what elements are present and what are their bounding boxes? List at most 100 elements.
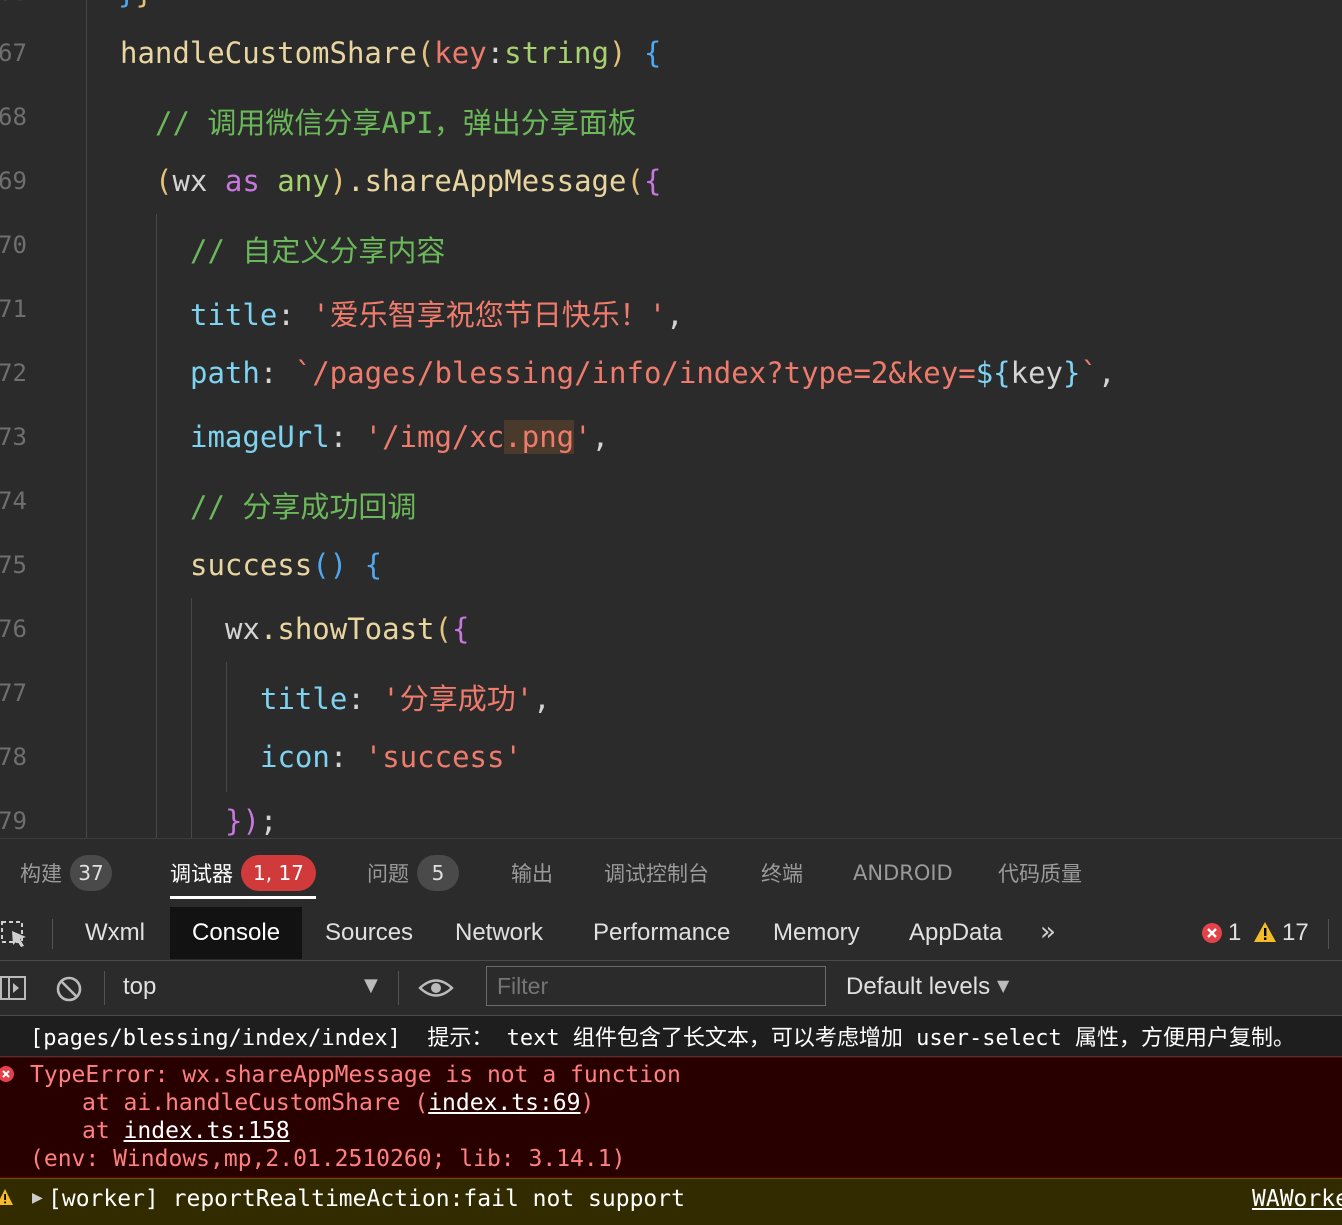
log-levels-dropdown[interactable]: Default levels bbox=[846, 973, 990, 1001]
stack-frame: at index.ts:158 bbox=[82, 1118, 1342, 1144]
tab-label: 问题 bbox=[367, 862, 409, 886]
code-line: wx.showToast({ bbox=[225, 612, 469, 646]
dropdown-arrow-icon[interactable]: ▼ bbox=[364, 975, 378, 996]
line-number: 68 bbox=[0, 103, 27, 131]
tab-label: 构建 bbox=[20, 862, 62, 886]
tab-label: ANDROID bbox=[853, 861, 953, 885]
more-tabs-chevron-icon[interactable]: » bbox=[1040, 917, 1056, 947]
code-line: // 分享成功回调 bbox=[190, 484, 416, 526]
warning-message-text: [worker] reportRealtimeAction:fail not s… bbox=[48, 1186, 685, 1212]
console-filter-input[interactable] bbox=[486, 966, 826, 1006]
tab-problems[interactable]: 问题 5 bbox=[367, 839, 459, 907]
code-token: success bbox=[190, 548, 313, 582]
devtools-tab-performance[interactable]: Performance bbox=[571, 907, 752, 959]
devtools-tab-wxml[interactable]: Wxml bbox=[63, 907, 167, 959]
tab-label: 终端 bbox=[761, 862, 803, 886]
code-token: key bbox=[1010, 356, 1063, 390]
code-token: , bbox=[666, 298, 684, 332]
error-count[interactable]: 1 bbox=[1228, 919, 1241, 947]
inspect-element-icon[interactable] bbox=[0, 919, 30, 949]
code-token: , bbox=[591, 420, 610, 454]
code-token: : bbox=[329, 420, 365, 454]
expand-triangle-icon[interactable]: ▶ bbox=[32, 1190, 43, 1206]
source-link[interactable]: index.ts:69 bbox=[428, 1090, 580, 1116]
warning-count[interactable]: 17 bbox=[1282, 919, 1309, 947]
tab-terminal[interactable]: 终端 bbox=[761, 839, 803, 907]
tab-debug-console[interactable]: 调试控制台 bbox=[604, 839, 709, 907]
code-line: icon: 'success' bbox=[260, 740, 522, 774]
code-token: ) bbox=[329, 164, 348, 198]
code-token: '/img/xc bbox=[364, 420, 505, 454]
tab-label: 代码质量 bbox=[998, 862, 1082, 886]
code-token: ) bbox=[608, 36, 627, 70]
devtools-tab-bar: Wxml Console Sources Network Performance… bbox=[0, 907, 1342, 961]
line-number: 76 bbox=[0, 615, 27, 643]
tab-code-quality[interactable]: 代码质量 bbox=[998, 839, 1082, 907]
code-token: ' bbox=[574, 420, 592, 454]
code-token: ( bbox=[155, 164, 173, 198]
tab-label: 调试器 bbox=[170, 862, 233, 886]
code-token: imageUrl bbox=[190, 420, 330, 454]
devtools-tab-memory[interactable]: Memory bbox=[751, 907, 882, 959]
stack-frame: at ai.handleCustomShare (index.ts:69) bbox=[82, 1090, 1342, 1116]
code-token: : bbox=[486, 36, 505, 70]
line-number: 77 bbox=[0, 679, 27, 707]
show-sidebar-icon[interactable] bbox=[0, 975, 28, 1001]
code-token: () bbox=[312, 548, 348, 582]
stack-frame-prefix: at bbox=[82, 1118, 124, 1144]
devtools-tab-sources[interactable]: Sources bbox=[303, 907, 435, 959]
code-token: // 自定义分享内容 bbox=[190, 234, 446, 268]
code-token: title bbox=[260, 682, 348, 716]
source-link[interactable]: WAWorke bbox=[1252, 1186, 1342, 1212]
code-token: ( bbox=[416, 36, 435, 70]
environment-info: (env: Windows,mp,2.01.2510260; lib: 3.14… bbox=[30, 1146, 626, 1172]
code-token: .showToast bbox=[259, 612, 435, 646]
devtools-tab-network[interactable]: Network bbox=[433, 907, 565, 959]
stack-frame-suffix: ) bbox=[580, 1090, 595, 1116]
code-token: 'success' bbox=[364, 740, 522, 774]
code-token: : bbox=[259, 356, 295, 390]
devtools-tab-appdata[interactable]: AppData bbox=[887, 907, 1024, 959]
code-token: key bbox=[434, 36, 487, 70]
console-message-warning[interactable]: ▶ [worker] reportRealtimeAction:fail not… bbox=[0, 1178, 1342, 1225]
source-link[interactable]: index.ts:158 bbox=[124, 1118, 290, 1144]
code-token: as bbox=[224, 164, 260, 198]
indent-guide bbox=[156, 214, 157, 838]
code-line: title: '分享成功', bbox=[260, 676, 551, 718]
code-token: title bbox=[190, 298, 278, 332]
code-token: handleCustomShare bbox=[120, 36, 417, 70]
line-number: 70 bbox=[0, 231, 27, 259]
eye-icon[interactable] bbox=[418, 975, 454, 1001]
tab-debugger[interactable]: 调试器 1, 17 bbox=[170, 839, 316, 907]
tab-android[interactable]: ANDROID bbox=[853, 839, 953, 907]
devtools-tab-console[interactable]: Console bbox=[170, 907, 303, 959]
code-token: ` bbox=[1080, 356, 1098, 390]
indent-guide bbox=[226, 662, 227, 792]
dropdown-arrow-icon[interactable]: ▼ bbox=[997, 976, 1009, 995]
code-token: { bbox=[643, 36, 662, 70]
context-selector[interactable]: top bbox=[123, 973, 156, 1001]
console-toolbar: top ▼ Default levels ▼ bbox=[0, 961, 1342, 1016]
code-line: // 调用微信分享API，弹出分享面板 bbox=[155, 100, 637, 142]
code-editor[interactable]: 66 }} 67handleCustomShare(key:string) {6… bbox=[0, 0, 1342, 838]
code-token: .png bbox=[504, 420, 575, 454]
code-line: imageUrl: '/img/xc.png', bbox=[190, 420, 609, 454]
code-token: wx bbox=[225, 612, 260, 646]
code-token: `/pages/blessing/info/index?type=2&key= bbox=[294, 356, 976, 390]
info-message-text: [pages/blessing/index/index] 提示： text 组件… bbox=[30, 1026, 1296, 1051]
code-token: ( bbox=[626, 164, 644, 198]
indent-guide bbox=[191, 598, 192, 838]
tab-build[interactable]: 构建 37 bbox=[20, 839, 112, 907]
code-token: , bbox=[533, 682, 551, 716]
tab-output[interactable]: 输出 bbox=[511, 839, 553, 907]
code-token: : bbox=[277, 298, 313, 332]
code-token: }) bbox=[225, 804, 260, 838]
toolbar-divider bbox=[52, 919, 53, 949]
indent-guide bbox=[86, 0, 87, 838]
code-token: ${ bbox=[975, 356, 1011, 390]
code-token: wx bbox=[172, 164, 225, 198]
clear-console-icon[interactable] bbox=[55, 975, 83, 1003]
code-token: path bbox=[190, 356, 260, 390]
